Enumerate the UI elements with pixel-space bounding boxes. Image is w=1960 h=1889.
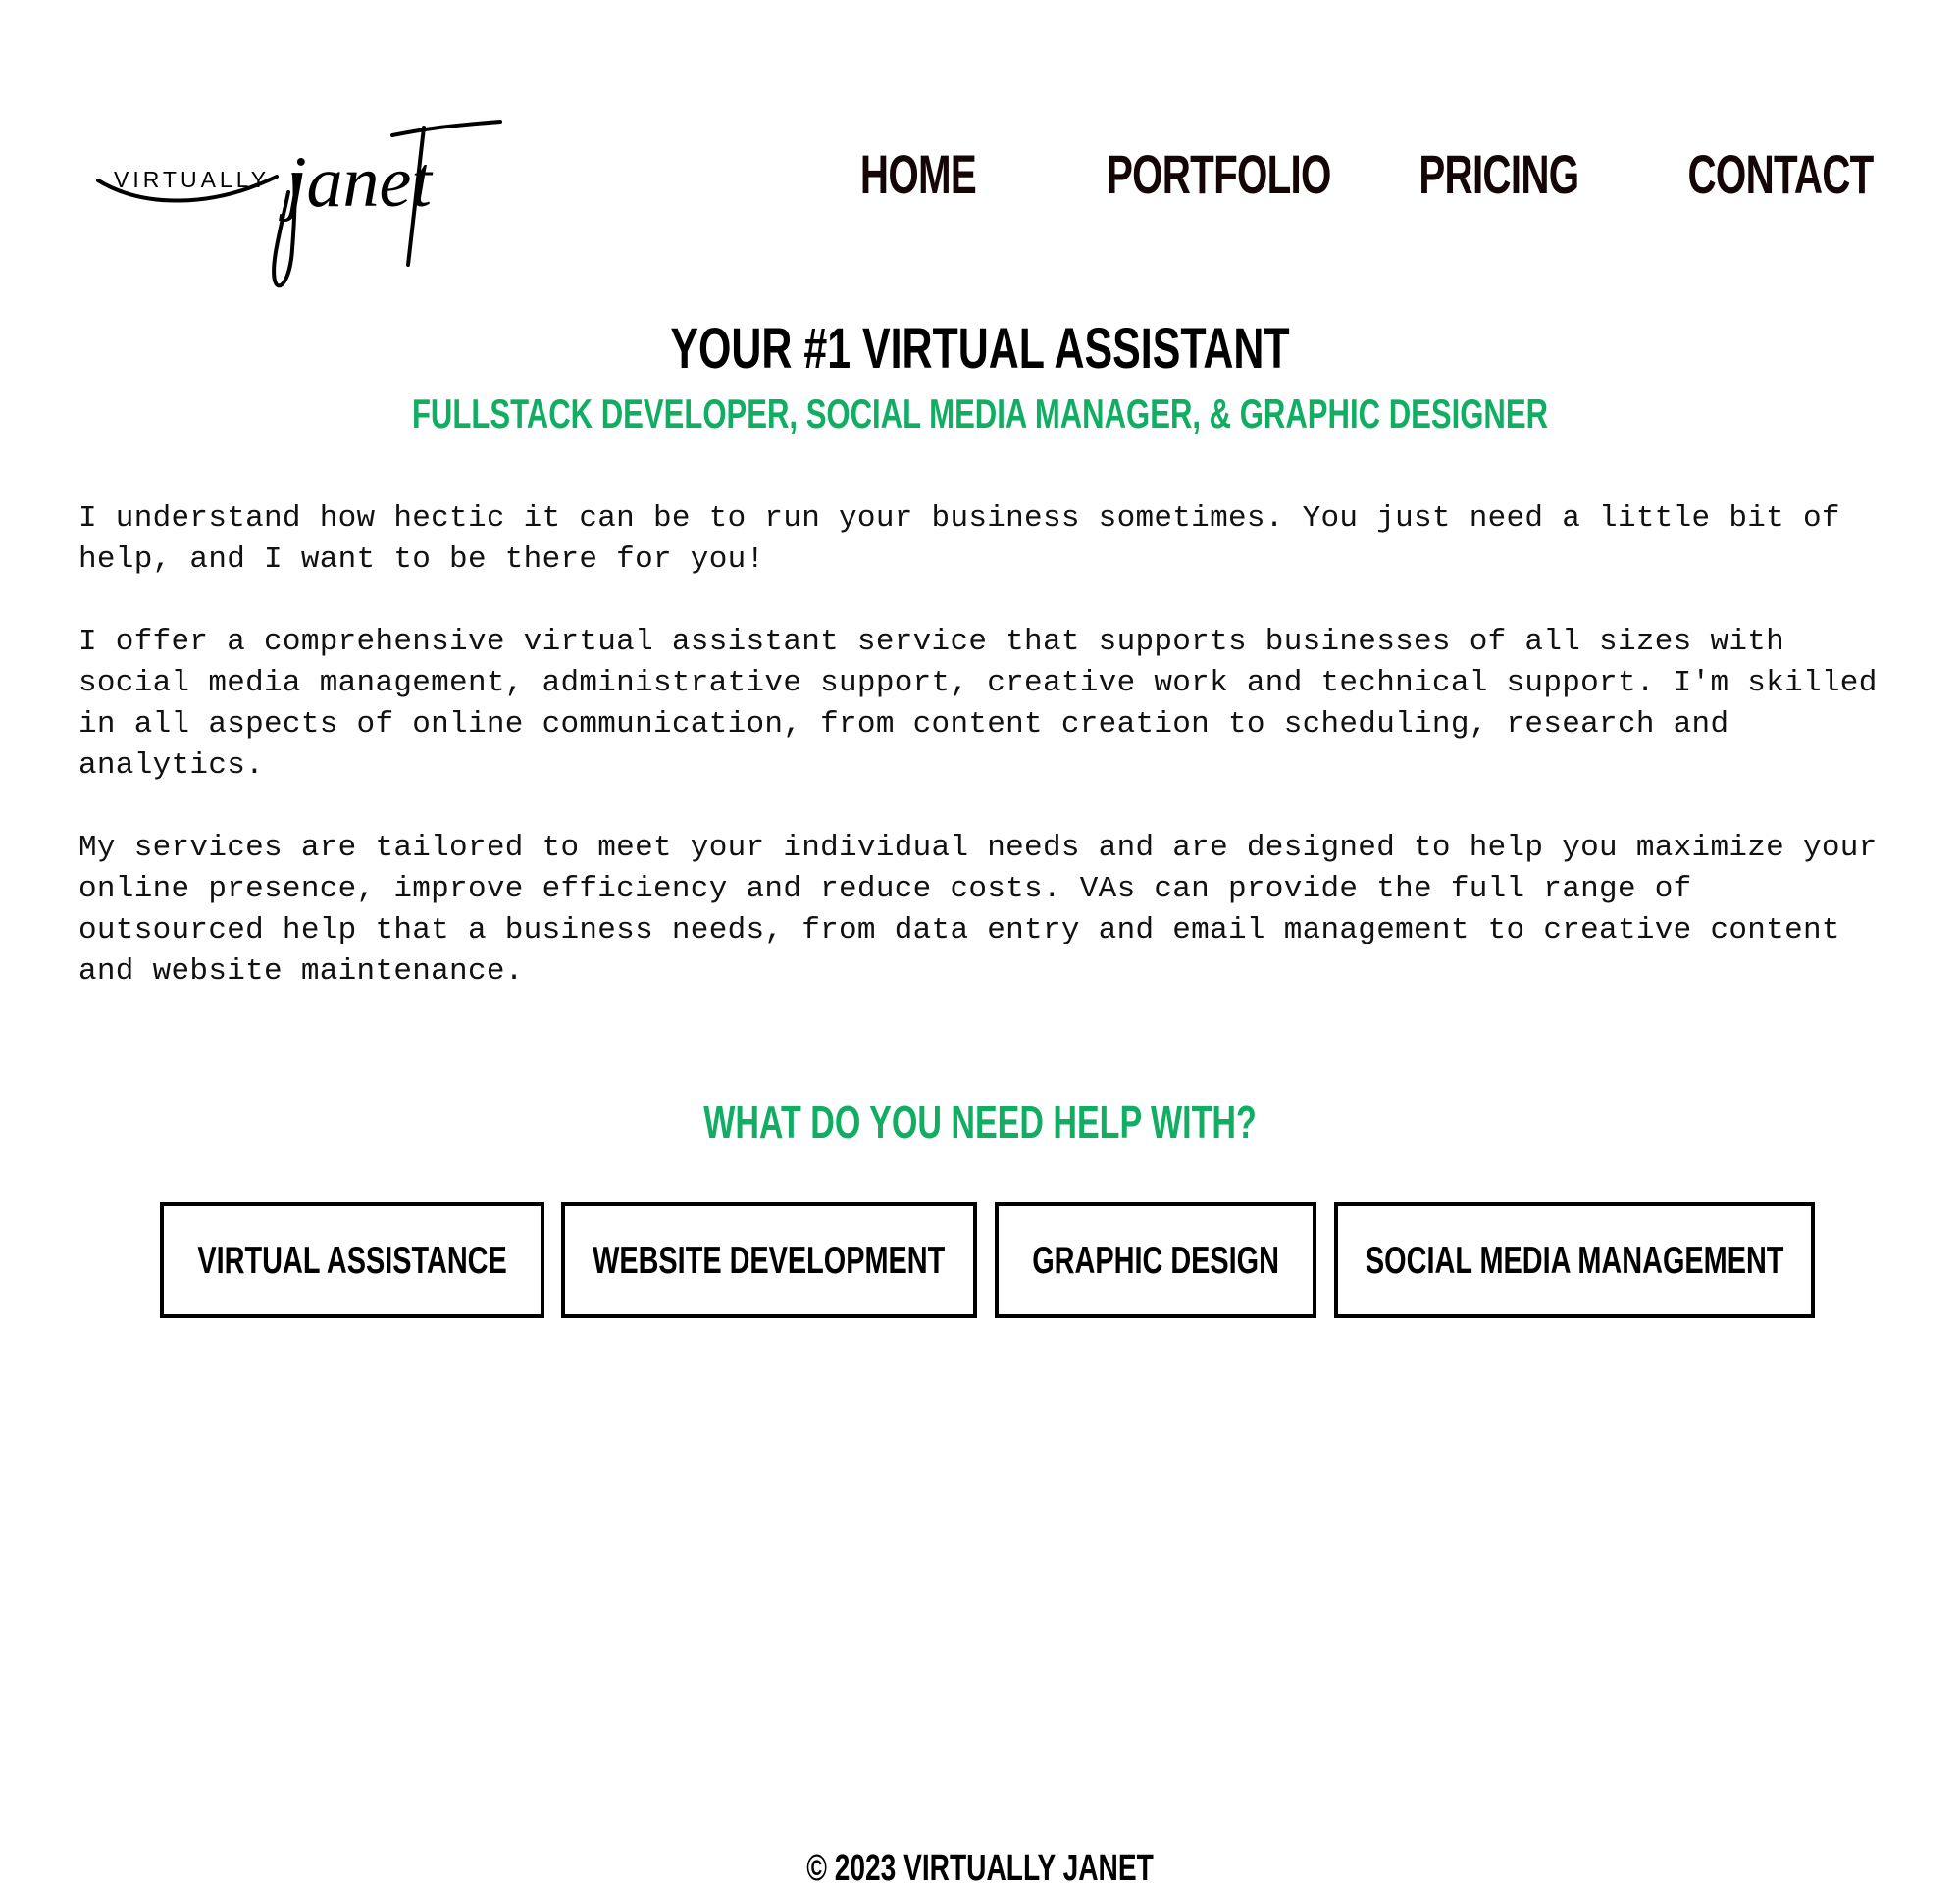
hero-title: YOUR #1 VIRTUAL ASSISTANT xyxy=(670,317,1290,381)
copyright-text: © 2023 VIRTUALLY JANET xyxy=(806,1848,1154,1889)
logo-janet-script: janet xyxy=(279,142,434,223)
virtual-assistance-button[interactable]: VIRTUAL ASSISTANCE xyxy=(160,1202,544,1318)
site-header: VIRTUALLY janet HOME PORTFOLIO PRICING C… xyxy=(0,0,1960,294)
intro-paragraph: I understand how hectic it can be to run… xyxy=(78,501,1840,577)
hero-section: YOUR #1 VIRTUAL ASSISTANT FULLSTACK DEVE… xyxy=(0,312,1960,441)
intro-paragraph: I offer a comprehensive virtual assistan… xyxy=(78,625,1878,783)
nav-contact[interactable]: CONTACT xyxy=(1688,147,1875,202)
intro-paragraph: My services are tailored to meet your in… xyxy=(78,831,1878,989)
virtually-janet-logo-icon: VIRTUALLY janet xyxy=(96,120,502,288)
main-nav: HOME PORTFOLIO PRICING CONTACT xyxy=(815,147,1874,202)
nav-portfolio[interactable]: PORTFOLIO xyxy=(1107,147,1331,202)
social-media-management-button[interactable]: SOCIAL MEDIA MANAGEMENT xyxy=(1334,1202,1815,1318)
services-title: WHAT DO YOU NEED HELP WITH? xyxy=(703,1097,1257,1148)
logo-virtually-text: VIRTUALLY xyxy=(114,167,270,192)
intro-copy: I understand how hectic it can be to run… xyxy=(78,498,1883,1034)
service-button-label: SOCIAL MEDIA MANAGEMENT xyxy=(1365,1239,1784,1282)
graphic-design-button[interactable]: GRAPHIC DESIGN xyxy=(995,1202,1316,1318)
hero-subtitle: FULLSTACK DEVELOPER, SOCIAL MEDIA MANAGE… xyxy=(411,390,1549,436)
nav-pricing[interactable]: PRICING xyxy=(1418,147,1579,202)
services-button-group: VIRTUAL ASSISTANCE WEBSITE DEVELOPMENT G… xyxy=(160,1202,1828,1324)
service-button-label: VIRTUAL ASSISTANCE xyxy=(197,1239,507,1282)
site-footer: © 2023 VIRTUALLY JANET xyxy=(255,1849,1706,1888)
service-button-label: WEBSITE DEVELOPMENT xyxy=(593,1239,946,1282)
nav-home[interactable]: HOME xyxy=(860,147,977,202)
service-button-label: GRAPHIC DESIGN xyxy=(1032,1239,1279,1282)
website-development-button[interactable]: WEBSITE DEVELOPMENT xyxy=(561,1202,977,1318)
brand-logo[interactable]: VIRTUALLY janet xyxy=(94,106,506,292)
